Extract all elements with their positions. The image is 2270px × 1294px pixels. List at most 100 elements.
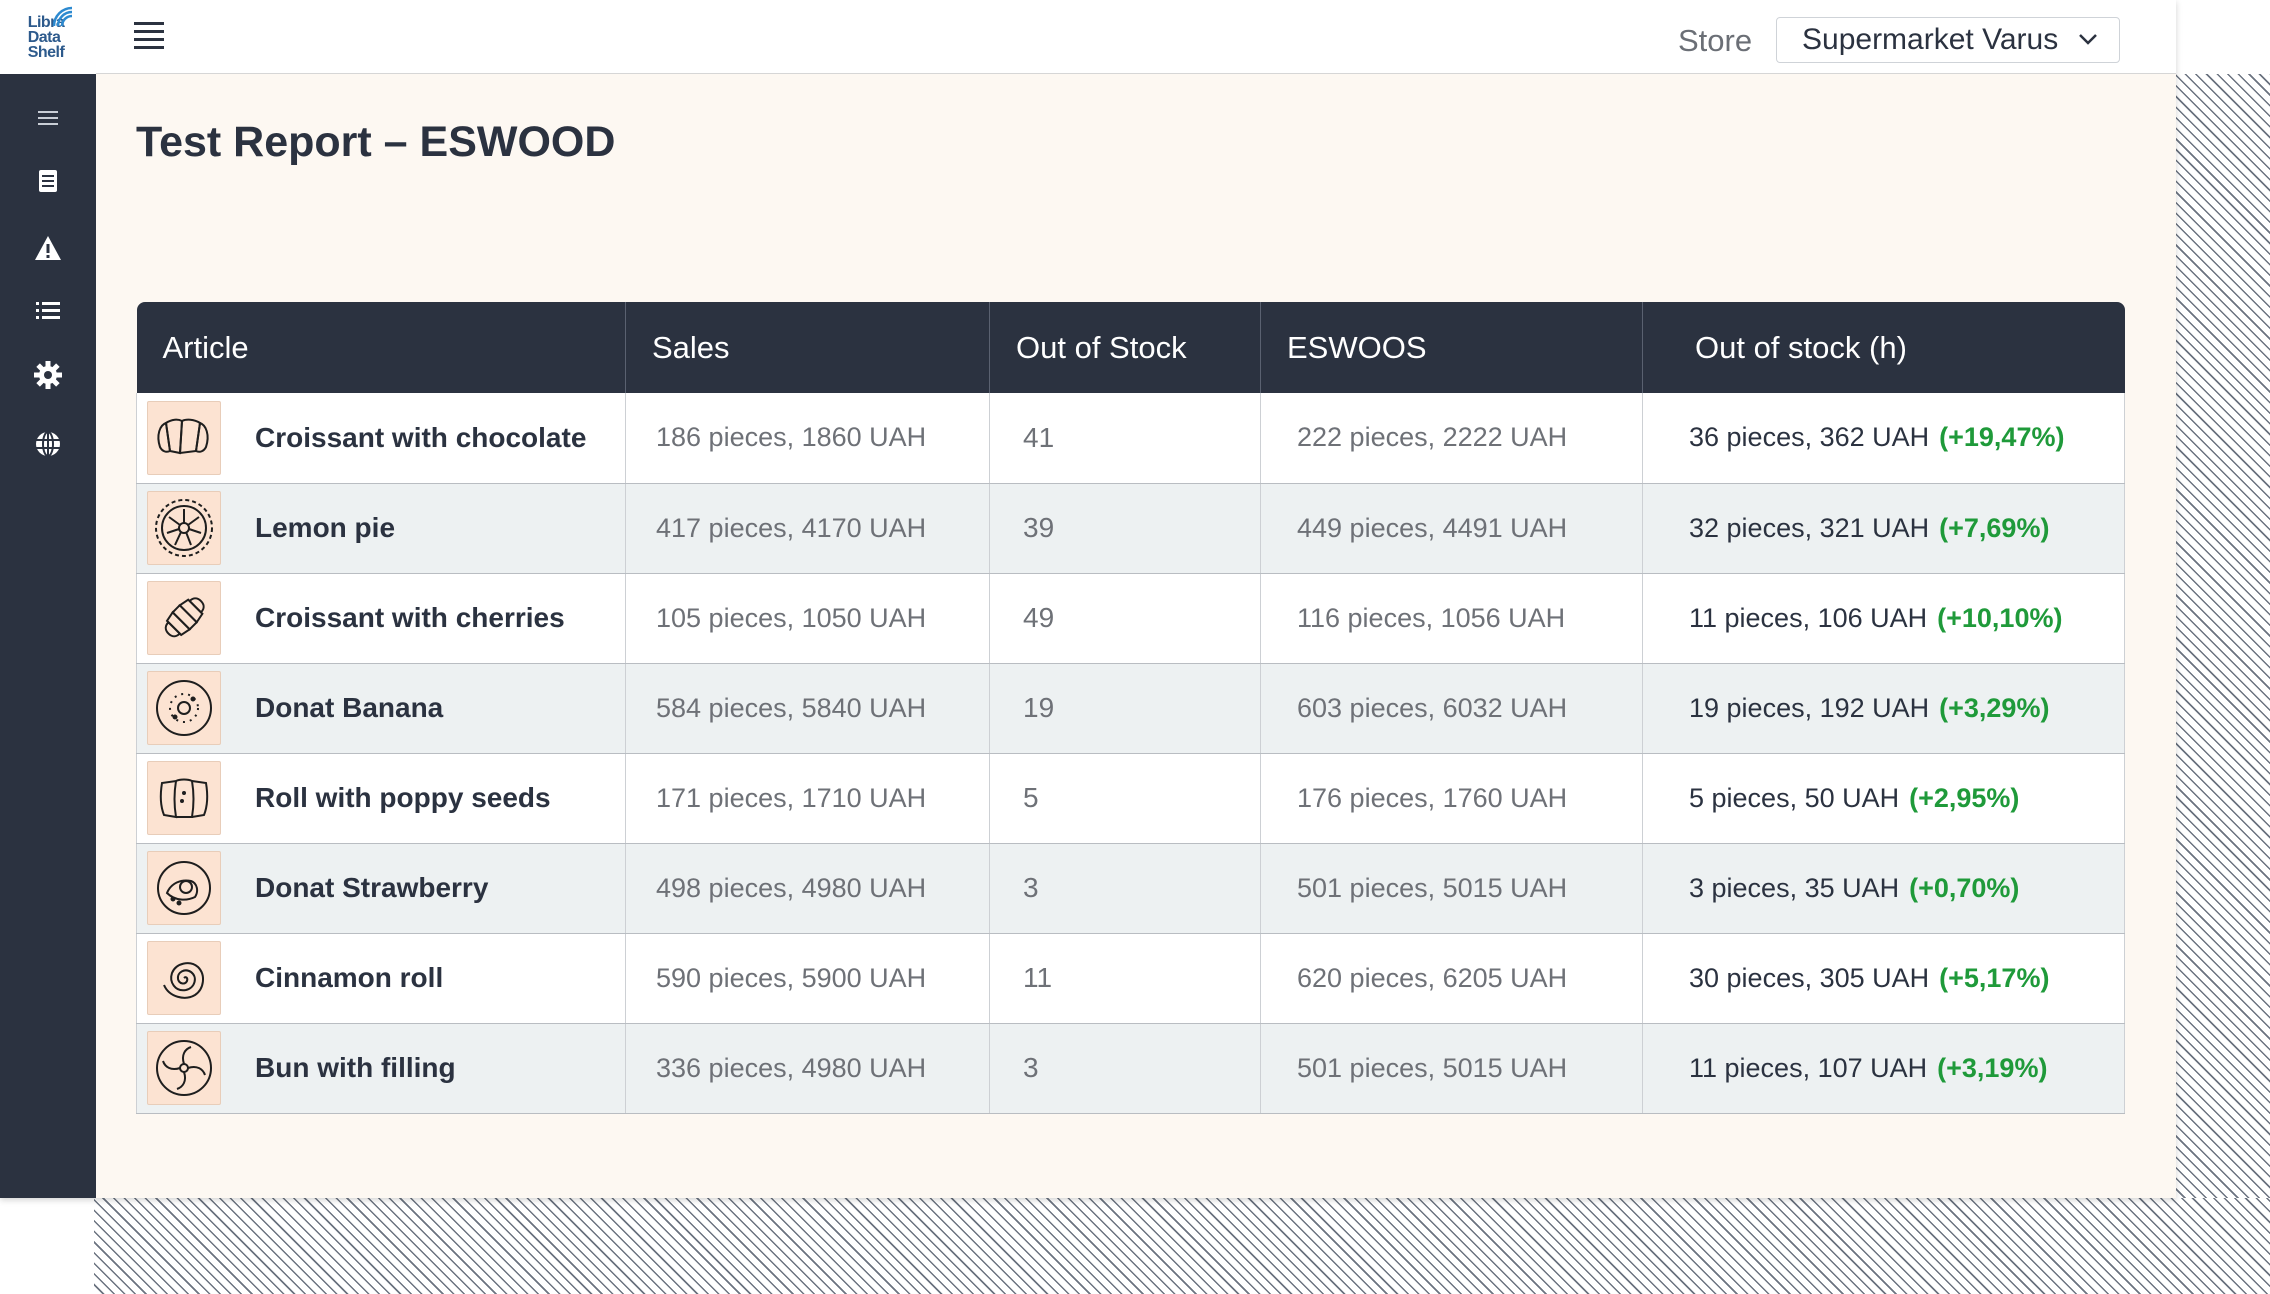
hamburger-icon xyxy=(38,111,58,125)
oos-h-value: 19 pieces, 192 UAH xyxy=(1689,692,1930,723)
article-name: Roll with poppy seeds xyxy=(255,782,551,813)
page-title: Test Report – ESWOOD xyxy=(136,118,616,166)
eswoos-cell: 449 pieces, 4491 UAH xyxy=(1260,483,1643,574)
document-icon xyxy=(39,170,57,192)
article-cell: Cinnamon roll xyxy=(136,933,626,1024)
out-of-stock-h-cell: 11 pieces, 107 UAH (+3,19%) xyxy=(1642,1023,2125,1114)
article-name: Croissant with chocolate xyxy=(255,421,587,453)
out-of-stock-h-cell: 30 pieces, 305 UAH (+5,17%) xyxy=(1642,933,2125,1024)
background-hatch-right xyxy=(2176,74,2270,1294)
out-of-stock-h-cell: 36 pieces, 362 UAH (+19,47%) xyxy=(1642,393,2125,484)
eswoos-cell: 116 pieces, 1056 UAH xyxy=(1260,573,1643,664)
column-header-out-of-stock-h[interactable]: Out of stock (h) xyxy=(1642,302,2125,393)
app-logo[interactable]: Libra Data Shelf xyxy=(0,0,96,74)
sales-cell: 336 pieces, 4980 UAH xyxy=(625,1023,990,1114)
list-icon xyxy=(36,302,60,319)
sales-cell: 584 pieces, 5840 UAH xyxy=(625,663,990,754)
oos-h-value: 11 pieces, 107 UAH xyxy=(1689,1052,1928,1083)
top-bar: Store Supermarket Varus xyxy=(96,0,2176,74)
croissant-icon xyxy=(147,400,221,475)
table-row[interactable]: Donat Banana 584 pieces, 5840 UAH 19 603… xyxy=(136,663,2125,754)
sidebar: Libra Data Shelf xyxy=(0,0,96,1198)
article-cell: Croissant with chocolate xyxy=(136,393,626,484)
column-header-article[interactable]: Article xyxy=(136,302,626,393)
article-cell: Roll with poppy seeds xyxy=(136,753,626,844)
out-of-stock-h-cell: 5 pieces, 50 UAH (+2,95%) xyxy=(1642,753,2125,844)
table-row[interactable]: Cinnamon roll 590 pieces, 5900 UAH 11 62… xyxy=(136,933,2125,1024)
sidebar-item-alerts[interactable] xyxy=(0,224,96,272)
oos-h-percent: (+10,10%) xyxy=(1937,602,2063,633)
oos-h-percent: (+5,17%) xyxy=(1939,962,2050,993)
column-header-out-of-stock[interactable]: Out of Stock xyxy=(989,302,1261,393)
table-row[interactable]: Roll with poppy seeds 171 pieces, 1710 U… xyxy=(136,753,2125,844)
sidebar-item-settings[interactable] xyxy=(0,351,96,399)
report-table: Article Sales Out of Stock ESWOOS Out of… xyxy=(136,302,2125,1114)
warning-icon xyxy=(35,236,61,260)
store-select-value: Supermarket Varus xyxy=(1802,23,2059,56)
eswoos-cell: 603 pieces, 6032 UAH xyxy=(1260,663,1643,754)
out-of-stock-h-cell: 3 pieces, 35 UAH (+0,70%) xyxy=(1642,843,2125,934)
article-cell: Croissant with cherries xyxy=(136,573,626,664)
table-header-row: Article Sales Out of Stock ESWOOS Out of… xyxy=(136,302,2125,393)
sales-cell: 590 pieces, 5900 UAH xyxy=(625,933,990,1024)
donut-bitten-icon xyxy=(147,851,221,925)
sidebar-item-lists[interactable] xyxy=(0,287,96,335)
signal-icon xyxy=(52,6,73,27)
out-of-stock-h-cell: 32 pieces, 321 UAH (+7,69%) xyxy=(1642,483,2125,574)
oos-h-value: 3 pieces, 35 UAH xyxy=(1689,872,1900,903)
table-row[interactable]: Donat Strawberry 498 pieces, 4980 UAH 3 … xyxy=(136,843,2125,934)
article-name: Donat Strawberry xyxy=(255,872,489,903)
globe-icon xyxy=(36,431,60,457)
bread-roll-icon xyxy=(147,761,221,835)
oos-h-percent: (+3,29%) xyxy=(1939,692,2050,723)
bun-swirl-icon xyxy=(147,1031,221,1105)
pie-icon xyxy=(147,491,221,565)
croissant-roll-icon xyxy=(147,581,221,655)
donut-icon xyxy=(147,671,221,745)
out-of-stock-cell: 3 xyxy=(989,1023,1261,1114)
table-row[interactable]: Croissant with cherries 105 pieces, 1050… xyxy=(136,573,2125,664)
menu-toggle-button[interactable] xyxy=(134,22,164,50)
article-cell: Donat Strawberry xyxy=(136,843,626,934)
eswoos-cell: 501 pieces, 5015 UAH xyxy=(1260,1023,1643,1114)
out-of-stock-cell: 39 xyxy=(989,483,1261,574)
out-of-stock-cell: 5 xyxy=(989,753,1261,844)
cinnamon-roll-icon xyxy=(147,941,221,1015)
oos-h-value: 5 pieces, 50 UAH xyxy=(1689,782,1900,813)
sidebar-item-reports[interactable] xyxy=(0,157,96,205)
sidebar-item-language[interactable] xyxy=(0,420,96,468)
article-cell: Bun with filling xyxy=(136,1023,626,1114)
sales-cell: 171 pieces, 1710 UAH xyxy=(625,753,990,844)
eswoos-cell: 620 pieces, 6205 UAH xyxy=(1260,933,1643,1024)
out-of-stock-cell: 41 xyxy=(989,393,1261,484)
gear-icon xyxy=(34,361,62,389)
table-row[interactable]: Croissant with chocolate 186 pieces, 186… xyxy=(136,393,2125,484)
article-name: Croissant with cherries xyxy=(255,602,565,633)
table-row[interactable]: Lemon pie 417 pieces, 4170 UAH 39 449 pi… xyxy=(136,483,2125,574)
background-hatch-bottom xyxy=(94,1198,2270,1294)
eswoos-cell: 176 pieces, 1760 UAH xyxy=(1260,753,1643,844)
oos-h-percent: (+2,95%) xyxy=(1909,782,2020,813)
table-row[interactable]: Bun with filling 336 pieces, 4980 UAH 3 … xyxy=(136,1023,2125,1114)
column-header-eswoos[interactable]: ESWOOS xyxy=(1260,302,1643,393)
sidebar-item-menu[interactable] xyxy=(0,94,96,142)
article-name: Donat Banana xyxy=(255,692,444,723)
app-window: Libra Data Shelf Store Supermarket Varus… xyxy=(0,0,2176,1198)
article-name: Lemon pie xyxy=(255,512,396,543)
out-of-stock-cell: 49 xyxy=(989,573,1261,664)
oos-h-percent: (+3,19%) xyxy=(1937,1052,2048,1083)
sales-cell: 186 pieces, 1860 UAH xyxy=(625,393,990,484)
out-of-stock-cell: 11 xyxy=(989,933,1261,1024)
sales-cell: 417 pieces, 4170 UAH xyxy=(625,483,990,574)
sales-cell: 498 pieces, 4980 UAH xyxy=(625,843,990,934)
oos-h-percent: (+7,69%) xyxy=(1939,512,2050,543)
column-header-sales[interactable]: Sales xyxy=(625,302,990,393)
oos-h-value: 11 pieces, 106 UAH xyxy=(1689,602,1928,633)
store-select[interactable]: Supermarket Varus xyxy=(1776,17,2120,63)
eswoos-cell: 222 pieces, 2222 UAH xyxy=(1260,393,1643,484)
oos-h-value: 30 pieces, 305 UAH xyxy=(1689,962,1930,993)
article-cell: Lemon pie xyxy=(136,483,626,574)
out-of-stock-cell: 19 xyxy=(989,663,1261,754)
oos-h-value: 32 pieces, 321 UAH xyxy=(1689,512,1930,543)
article-name: Bun with filling xyxy=(255,1052,456,1083)
